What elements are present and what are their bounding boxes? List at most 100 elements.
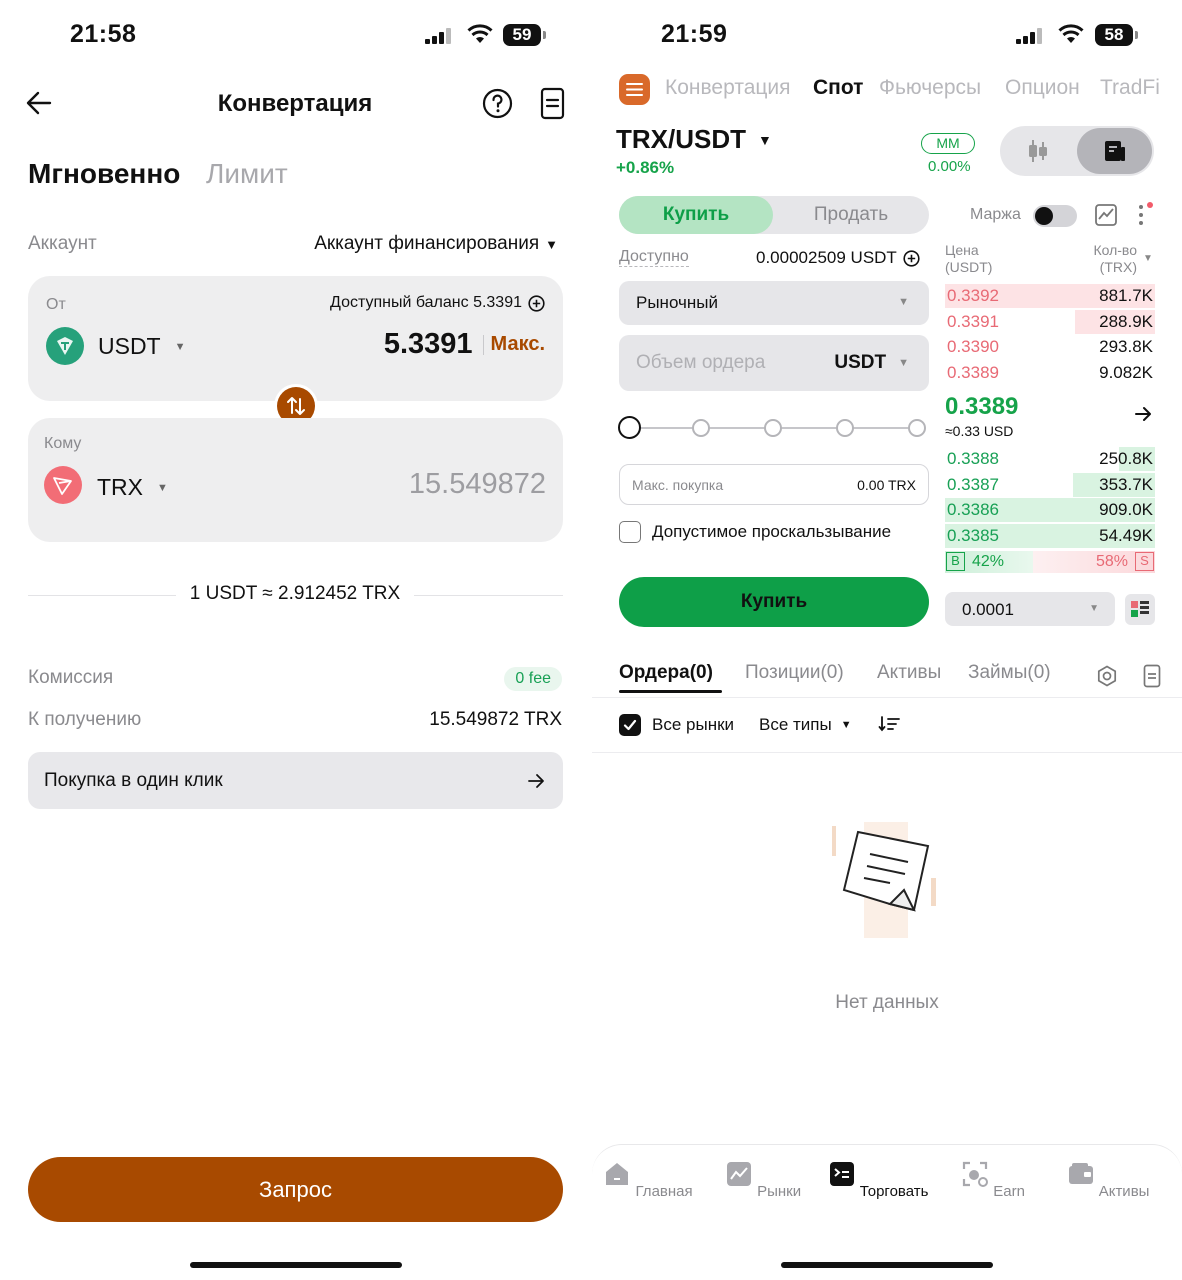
candlestick-icon[interactable] <box>1026 138 1050 164</box>
all-markets-label: Все рынки <box>652 715 735 734</box>
to-currency-selector[interactable]: TRX ▼ <box>97 474 168 501</box>
precision-value: 0.0001 <box>962 600 1014 619</box>
chart-icon[interactable] <box>1094 203 1118 227</box>
bid-row[interactable]: 0.3386 909.0K <box>945 498 1155 522</box>
bid-row[interactable]: 0.3385 54.49K <box>945 524 1155 548</box>
from-amount-group: 5.3391 Макс. <box>384 328 545 361</box>
slider-step-25[interactable] <box>692 419 710 437</box>
account-selector[interactable]: Аккаунт финансирования ▼ <box>314 233 558 255</box>
trx-icon <box>44 466 82 504</box>
caret-down-icon: ▼ <box>545 236 558 252</box>
nav-assets[interactable]: Активы <box>1053 1160 1163 1200</box>
mm-badge[interactable]: MM <box>921 133 975 154</box>
request-button[interactable]: Запрос <box>28 1157 563 1222</box>
precision-select[interactable]: 0.0001 ▼ <box>945 592 1115 626</box>
fee-label: Комиссия <box>28 667 114 688</box>
nav-trade[interactable]: Торговать <box>823 1160 933 1200</box>
tab-positions[interactable]: Позиции(0) <box>745 662 844 684</box>
orderbook-view-icon[interactable] <box>1077 128 1152 174</box>
tab-loans[interactable]: Займы(0) <box>968 662 1051 684</box>
nav-markets[interactable]: Рынки <box>708 1160 818 1200</box>
caret-down-icon: ▼ <box>898 296 909 308</box>
caret-down-icon: ▼ <box>898 357 909 369</box>
arrow-right-icon <box>528 774 544 788</box>
slider-handle[interactable] <box>618 416 641 439</box>
tab-assets[interactable]: Активы <box>877 662 941 684</box>
available-balance: 0.00002509 USDT <box>756 248 920 268</box>
ask-price: 0.3392 <box>947 286 999 305</box>
menu-icon[interactable] <box>619 74 650 105</box>
slippage-label: Допустимое проскальзывание <box>652 522 892 541</box>
home-icon <box>606 1163 629 1185</box>
order-volume-input[interactable]: Объем ордера USDT ▼ <box>619 335 929 391</box>
slider-step-100[interactable] <box>908 419 926 437</box>
pair-selector[interactable]: TRX/USDT ▼ <box>616 124 772 155</box>
tab-spot[interactable]: Спот <box>813 76 863 100</box>
max-buy-value: 0.00 TRX <box>857 477 916 493</box>
buy-button[interactable]: Купить <box>619 577 929 627</box>
tab-options[interactable]: Опцион <box>1005 76 1080 100</box>
slider-step-50[interactable] <box>764 419 782 437</box>
question-circle-icon[interactable] <box>482 88 513 119</box>
nav-earn[interactable]: Earn <box>938 1160 1048 1200</box>
bid-row[interactable]: 0.3388 250.8K <box>945 447 1155 471</box>
one-click-buy-label: Покупка в один клик <box>44 770 223 791</box>
tab-tradfi[interactable]: TradFi <box>1100 76 1160 100</box>
to-card: Кому TRX ▼ 15.549872 <box>28 418 563 542</box>
bid-qty: 250.8K <box>1099 449 1153 468</box>
ask-row[interactable]: 0.3391 288.9K <box>945 310 1155 334</box>
divider <box>592 752 1182 753</box>
more-icon[interactable] <box>1135 201 1155 229</box>
ask-price: 0.3390 <box>947 337 999 356</box>
receive-label: К получению <box>28 709 142 730</box>
all-markets-checkbox[interactable] <box>619 714 641 736</box>
caret-down-icon[interactable]: ▼ <box>1143 253 1153 264</box>
margin-toggle[interactable] <box>1033 205 1077 227</box>
sort-icon[interactable] <box>878 715 900 733</box>
tab-futures[interactable]: Фьючерсы <box>879 76 981 100</box>
ask-row[interactable]: 0.3389 9.082K <box>945 361 1155 385</box>
volume-currency: USDT <box>834 352 887 373</box>
orderbook-layout-icon[interactable] <box>1125 594 1155 625</box>
nav-earn-label: Earn <box>993 1183 1025 1200</box>
usdt-icon <box>46 327 84 365</box>
ask-price: 0.3391 <box>947 312 999 331</box>
convert-screen: 21:58 59 Конвертация Мгновенно Лимит Акк… <box>0 0 590 1280</box>
plus-circle-icon[interactable] <box>903 249 920 267</box>
slider-step-75[interactable] <box>836 419 854 437</box>
caret-down-icon: ▼ <box>157 481 168 494</box>
settings-icon[interactable] <box>1096 665 1118 687</box>
slippage-checkbox[interactable] <box>619 521 641 543</box>
ask-qty: 288.9K <box>1099 312 1153 331</box>
order-type-select[interactable]: Рыночный ▼ <box>619 281 929 325</box>
nav-home[interactable]: Главная <box>593 1160 703 1200</box>
empty-state-text: Нет данных <box>835 992 939 1013</box>
all-types-select[interactable]: Все типы ▼ <box>759 715 852 735</box>
tab-convert[interactable]: Конвертация <box>665 76 791 100</box>
volume-currency-selector[interactable]: USDT ▼ <box>834 352 909 374</box>
plus-circle-icon[interactable] <box>528 294 545 312</box>
orderbook-price-header: Цена (USDT) <box>945 242 993 275</box>
bid-row[interactable]: 0.3387 353.7K <box>945 473 1155 497</box>
buy-tab[interactable]: Купить <box>619 196 773 234</box>
wallet-icon <box>1068 1163 1093 1184</box>
tab-instant[interactable]: Мгновенно <box>28 158 180 190</box>
exchange-rate: 1 USDT ≈ 2.912452 TRX <box>189 583 401 604</box>
sell-tab[interactable]: Продать <box>773 196 929 234</box>
available-balance-text: Доступный баланс 5.3391 <box>330 294 522 311</box>
tab-limit[interactable]: Лимит <box>206 158 288 190</box>
from-currency-selector[interactable]: USDT ▼ <box>98 333 186 360</box>
ask-row[interactable]: 0.3392 881.7K <box>945 284 1155 308</box>
receive-value: 15.549872 TRX <box>429 709 562 730</box>
document-icon[interactable] <box>540 87 565 120</box>
document-icon[interactable] <box>1143 664 1161 688</box>
ask-row[interactable]: 0.3390 293.8K <box>945 335 1155 359</box>
from-amount-input[interactable]: 5.3391 <box>384 328 473 361</box>
nav-assets-label: Активы <box>1098 1183 1150 1200</box>
order-volume-placeholder: Объем ордера <box>636 352 766 373</box>
one-click-buy-button[interactable]: Покупка в один клик <box>28 752 563 809</box>
tab-orders[interactable]: Ордера(0) <box>619 662 713 684</box>
arrow-right-icon[interactable] <box>1134 405 1152 423</box>
max-button[interactable]: Макс. <box>491 333 545 356</box>
view-toggle[interactable] <box>1000 126 1154 176</box>
